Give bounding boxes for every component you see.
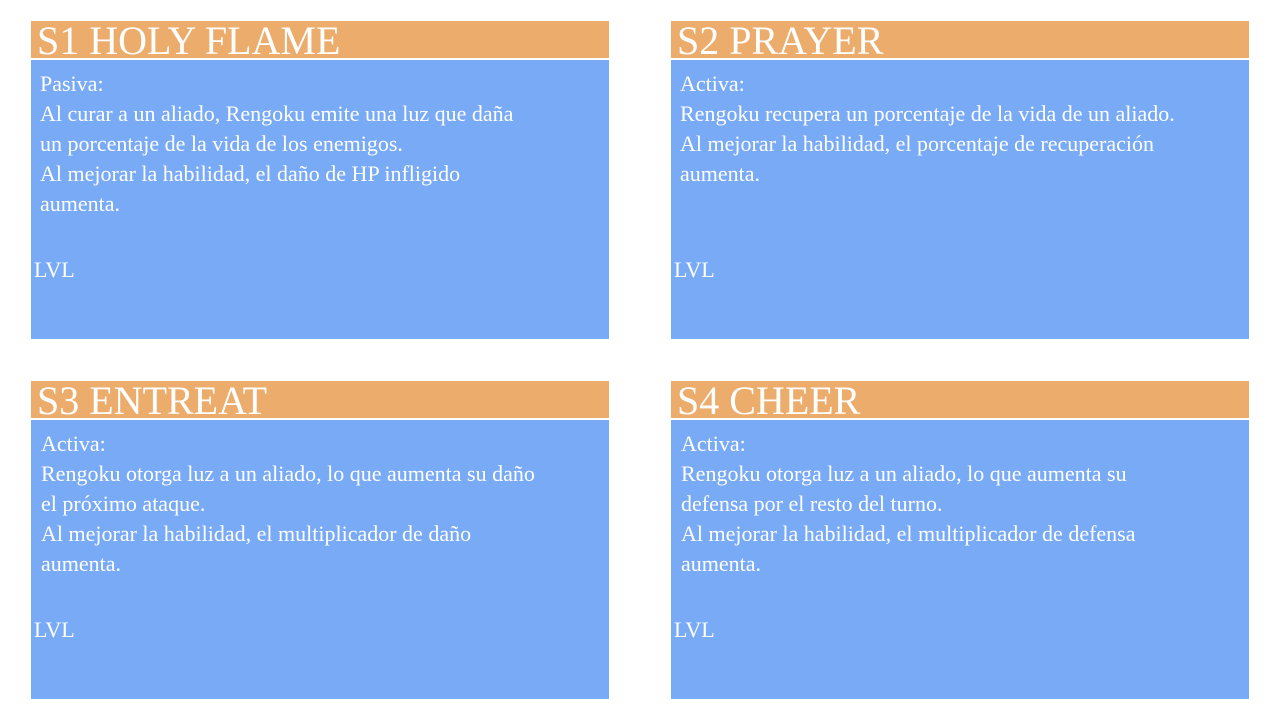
description-line: Al mejorar la habilidad, el porcentaje d… [680, 131, 1154, 156]
skill-title: S4 CHEER [671, 381, 1249, 419]
skill-title: S2 PRAYER [671, 21, 1249, 59]
description-line: aumenta. [680, 161, 761, 186]
description-line: Al mejorar la habilidad, el daño de HP i… [40, 161, 461, 186]
skill-description: Activa: Rengoku otorga luz a un aliado, … [681, 429, 1243, 579]
skill-description-panel: Activa: Rengoku otorga luz a un aliado, … [31, 420, 609, 699]
skill-card-s2: S2 PRAYER Activa: Rengoku recupera un po… [671, 21, 1249, 339]
description-line: Al mejorar la habilidad, el multiplicado… [681, 521, 1136, 546]
skill-card-s4: S4 CHEER Activa: Rengoku otorga luz a un… [671, 381, 1249, 699]
skill-title: S3 ENTREAT [31, 381, 609, 419]
skill-description-panel: Pasiva: Al curar a un aliado, Rengoku em… [31, 60, 609, 339]
skills-page: S1 HOLY FLAME Pasiva: Al curar a un alia… [0, 0, 1280, 720]
description-line: Al curar a un aliado, Rengoku emite una … [40, 101, 514, 126]
skill-title: S1 HOLY FLAME [31, 21, 609, 59]
description-line: aumenta. [41, 551, 122, 576]
description-line: Rengoku recupera un porcentaje de la vid… [680, 101, 1175, 126]
skill-description: Activa: Rengoku recupera un porcentaje d… [680, 69, 1243, 189]
description-line: Al mejorar la habilidad, el multiplicado… [41, 521, 472, 546]
skill-level-label: LVL [674, 617, 715, 642]
description-line: aumenta. [681, 551, 762, 576]
skill-level-label: LVL [674, 257, 715, 282]
skill-level-label: LVL [34, 257, 75, 282]
skill-card-s1: S1 HOLY FLAME Pasiva: Al curar a un alia… [31, 21, 609, 339]
skill-description: Pasiva: Al curar a un aliado, Rengoku em… [40, 69, 603, 219]
skill-description: Activa: Rengoku otorga luz a un aliado, … [41, 429, 603, 579]
skill-card-s3: S3 ENTREAT Activa: Rengoku otorga luz a … [31, 381, 609, 699]
skill-type-label: Activa: [681, 431, 746, 456]
skill-description-panel: Activa: Rengoku otorga luz a un aliado, … [671, 420, 1249, 699]
description-line: un porcentaje de la vida de los enemigos… [40, 131, 403, 156]
skill-description-panel: Activa: Rengoku recupera un porcentaje d… [671, 60, 1249, 339]
skill-type-label: Pasiva: [40, 71, 104, 96]
skill-type-label: Activa: [41, 431, 106, 456]
description-line: Rengoku otorga luz a un aliado, lo que a… [41, 461, 535, 486]
description-line: aumenta. [40, 191, 121, 216]
skill-type-label: Activa: [680, 71, 745, 96]
description-line: defensa por el resto del turno. [681, 491, 943, 516]
description-line: el próximo ataque. [41, 491, 206, 516]
description-line: Rengoku otorga luz a un aliado, lo que a… [681, 461, 1127, 486]
skill-level-label: LVL [34, 617, 75, 642]
